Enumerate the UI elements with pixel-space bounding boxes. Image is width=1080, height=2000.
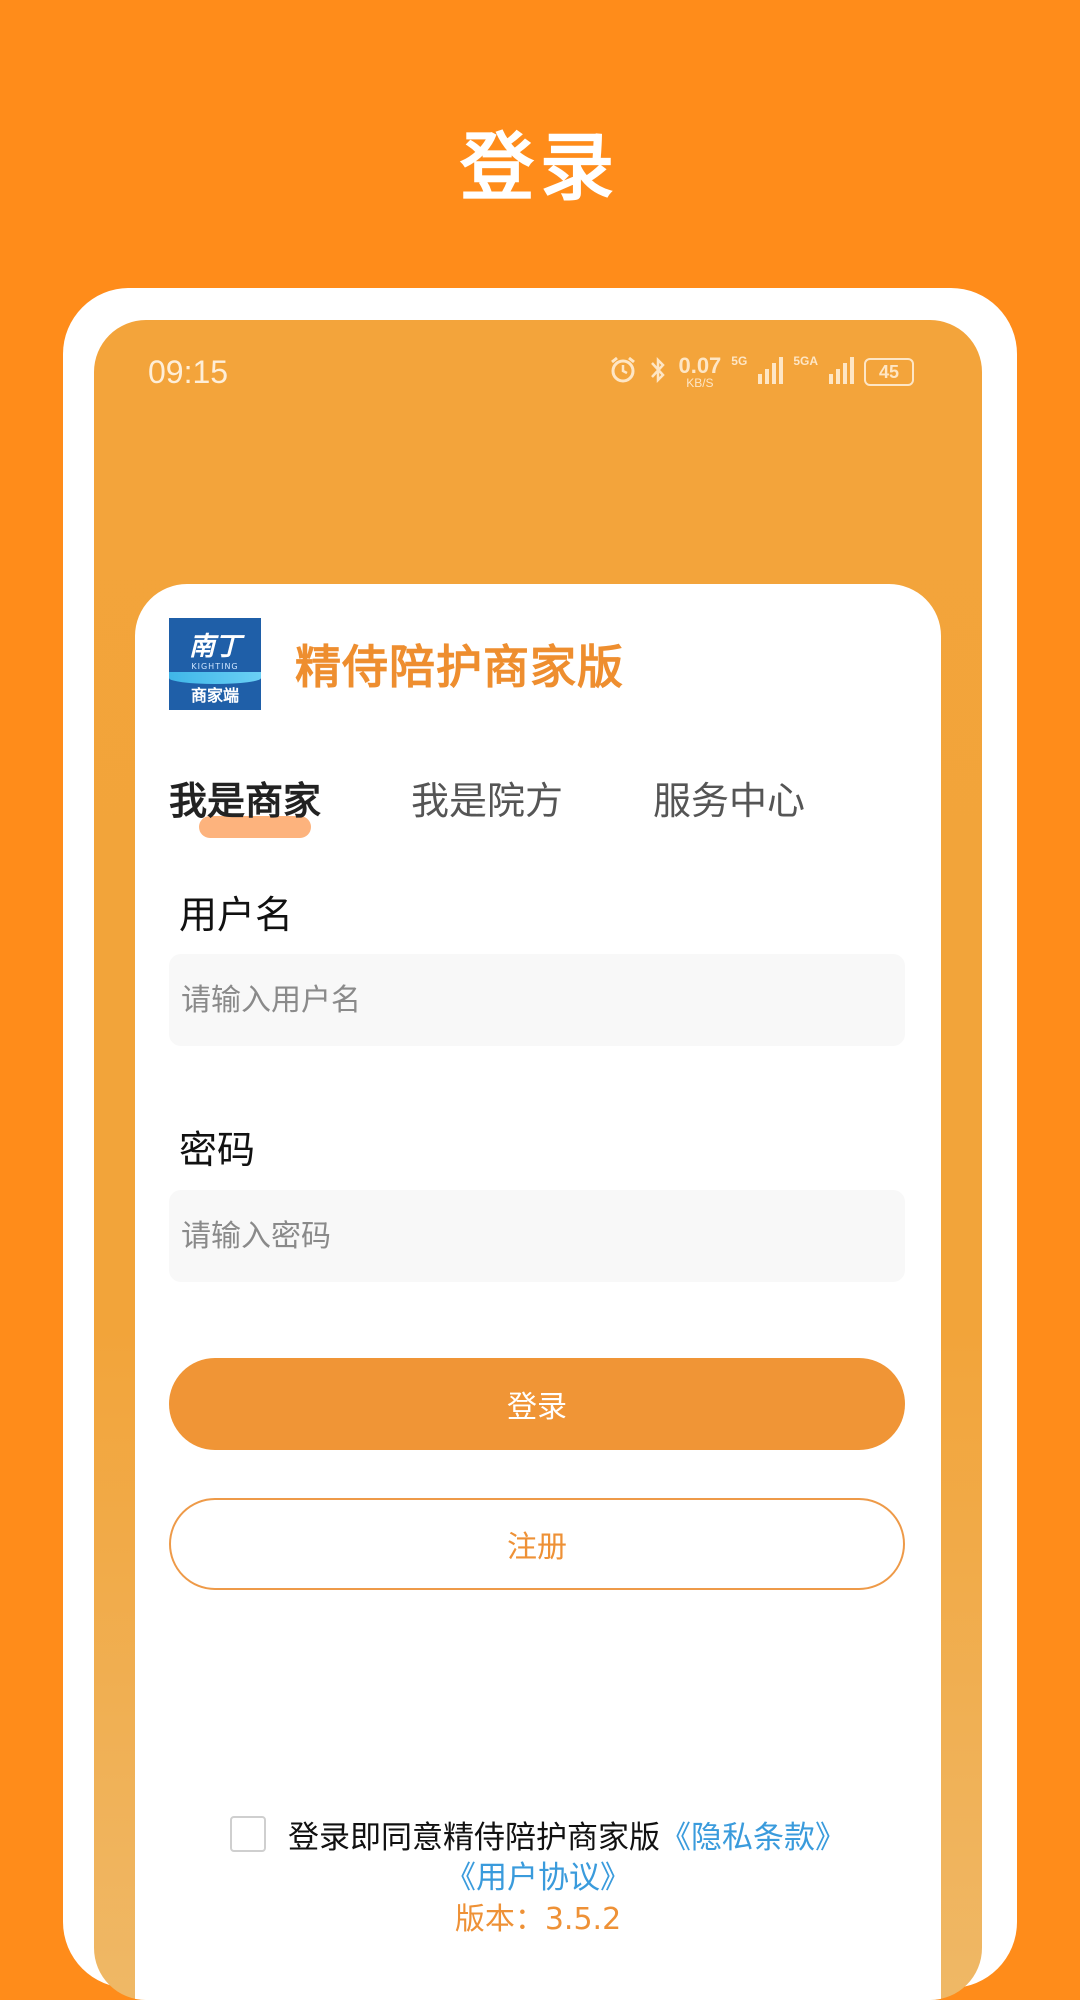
logo-bottom-text: 商家端 — [190, 686, 239, 705]
login-button[interactable]: 登录 — [169, 1358, 905, 1450]
tab-label: 我是院方 — [411, 779, 564, 823]
version-text: 版本：3.5.2 — [454, 1902, 622, 1937]
tab-hospital[interactable]: 我是院方 — [411, 770, 563, 825]
app-logo: 南丁 KIGHTING 商家端 — [169, 618, 261, 710]
alarm-icon — [608, 355, 638, 390]
status-time: 09:15 — [148, 354, 229, 390]
password-label: 密码 — [179, 1128, 256, 1172]
net-speed: 0.07 KB/S — [678, 353, 722, 390]
username-input[interactable] — [169, 954, 905, 1046]
tab-merchant[interactable]: 我是商家 — [169, 770, 322, 838]
net-speed-value: 0.07 — [678, 353, 722, 378]
device-screen: 09:15 0.07 KB/S 5G 5GA 45 南丁 KIGHTING 商家… — [94, 320, 982, 2000]
battery-icon: 45 — [864, 358, 914, 386]
password-input[interactable] — [169, 1190, 905, 1282]
page-title: 登录 — [460, 125, 620, 211]
privacy-policy-link[interactable]: 《隐私条款》 — [660, 1812, 846, 1857]
brand-row: 南丁 KIGHTING 商家端 精侍陪护商家版 — [169, 618, 624, 710]
bluetooth-icon — [648, 355, 668, 390]
tab-service-center[interactable]: 服务中心 — [653, 770, 805, 825]
signal2-label: 5GA — [793, 354, 818, 368]
register-button[interactable]: 注册 — [169, 1498, 905, 1590]
logo-sub-text: KIGHTING — [191, 662, 239, 671]
login-card: 南丁 KIGHTING 商家端 精侍陪护商家版 我是商家 我是院方 服务中心 用… — [135, 584, 941, 2000]
agreement-row-2: 《用户协议》 — [135, 1852, 941, 1897]
username-label: 用户名 — [179, 893, 294, 937]
role-tabs: 我是商家 我是院方 服务中心 — [169, 770, 909, 850]
signal-icon — [757, 356, 784, 389]
status-bar: 09:15 0.07 KB/S 5G 5GA 45 — [94, 320, 982, 420]
net-speed-unit: KB/S — [686, 376, 714, 390]
logo-main-text: 南丁 — [188, 632, 241, 662]
tab-label: 我是商家 — [169, 779, 322, 823]
tab-label: 服务中心 — [653, 779, 806, 823]
signal-icon — [828, 356, 854, 389]
app-name: 精侍陪护商家版 — [295, 640, 624, 694]
battery-level: 45 — [878, 361, 900, 382]
status-icons: 0.07 KB/S 5G 5GA 45 — [608, 352, 914, 392]
user-agreement-link[interactable]: 《用户协议》 — [445, 1860, 631, 1896]
agreement-checkbox[interactable] — [230, 1816, 266, 1852]
signal1-label: 5G — [731, 354, 748, 368]
agreement-text: 登录即同意精侍陪护商家版 — [288, 1819, 660, 1856]
